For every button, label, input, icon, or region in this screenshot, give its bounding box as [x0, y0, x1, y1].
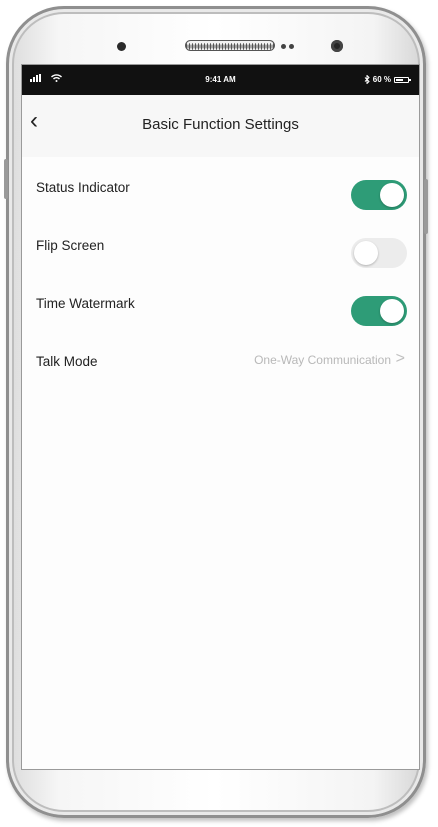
camera-lens-icon	[331, 40, 343, 52]
bluetooth-icon	[364, 75, 370, 84]
volume-button	[4, 159, 8, 199]
toggle-knob	[380, 183, 404, 207]
power-button	[424, 179, 428, 234]
status-time: 9:41 AM	[205, 75, 236, 84]
settings-list: Status Indicator Flip Screen Time Waterm…	[22, 157, 419, 769]
toggle-knob	[380, 299, 404, 323]
battery-icon	[394, 76, 411, 83]
phone-screen: 9:41 AM 60 % ‹ Basic Function Settings S…	[21, 64, 420, 770]
speaker-grille	[185, 40, 275, 51]
setting-label: Flip Screen	[36, 238, 105, 253]
status-bar: 9:41 AM 60 %	[22, 65, 419, 95]
setting-row-talk-mode[interactable]: Talk Mode One-Way Communication >	[22, 331, 419, 389]
screen-bottom-edge	[21, 769, 420, 770]
time-watermark-toggle[interactable]	[351, 296, 407, 326]
setting-label: Talk Mode	[36, 354, 98, 369]
flip-screen-toggle[interactable]	[351, 238, 407, 268]
battery-percent: 60 %	[372, 75, 391, 84]
nav-bar: ‹ Basic Function Settings	[22, 95, 419, 157]
setting-label: Time Watermark	[36, 296, 135, 311]
setting-label: Status Indicator	[36, 180, 130, 195]
page-title: Basic Function Settings	[142, 116, 299, 133]
sensor-dot	[281, 44, 286, 49]
chevron-right-icon: >	[395, 350, 405, 367]
setting-row-time-watermark: Time Watermark	[22, 273, 419, 331]
battery-level	[396, 78, 403, 81]
front-camera-icon	[117, 42, 126, 51]
sensor-dot	[289, 44, 294, 49]
status-indicator-toggle[interactable]	[351, 180, 407, 210]
setting-row-flip-screen: Flip Screen	[22, 215, 419, 273]
toggle-knob	[354, 241, 378, 265]
talk-mode-value: One-Way Communication	[254, 353, 391, 367]
setting-row-status-indicator: Status Indicator	[22, 157, 419, 215]
